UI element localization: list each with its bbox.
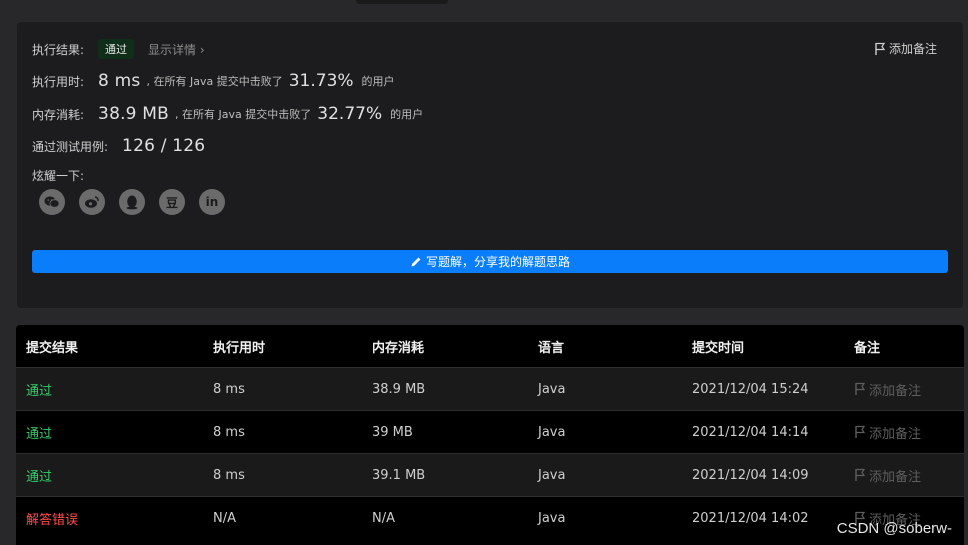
row-add-note-button[interactable]: 添加备注 <box>854 380 964 399</box>
table-row: 通过 8 ms 39 MB Java 2021/12/04 14:14 添加备注 <box>16 410 964 453</box>
result-label: 执行结果: <box>32 42 85 57</box>
header-memory: 内存消耗 <box>372 340 425 356</box>
row-status-link[interactable]: 通过 <box>16 380 213 399</box>
row-language: Java <box>538 381 566 397</box>
row-memory: N/A <box>372 510 395 526</box>
memory-beat-text: , 在所有 Java 提交中击败了 <box>175 108 312 121</box>
row-memory: 38.9 MB <box>372 381 426 397</box>
add-note-button[interactable]: 添加备注 <box>874 40 937 57</box>
runtime-value: 8 ms <box>98 71 141 91</box>
row-memory: 39.1 MB <box>372 467 426 483</box>
watermark: CSDN @soberw- <box>836 520 952 537</box>
top-tab-indicator <box>356 0 448 4</box>
table-row: 通过 8 ms 39.1 MB Java 2021/12/04 14:09 添加… <box>16 453 964 496</box>
tests-row: 通过测试用例: 126 / 126 <box>32 135 205 157</box>
social-share-list: 豆 in <box>39 189 225 215</box>
memory-users-suffix: 的用户 <box>390 108 424 121</box>
runtime-label: 执行用时: <box>32 74 85 89</box>
row-submit-time: 2021/12/04 14:02 <box>692 510 809 526</box>
memory-value: 38.9 MB <box>98 104 170 124</box>
memory-row: 内存消耗: 38.9 MB , 在所有 Java 提交中击败了 32.77% 的… <box>32 103 423 125</box>
runtime-percent: 31.73% <box>288 71 354 91</box>
write-solution-button[interactable]: 写题解，分享我的解题思路 <box>32 250 948 273</box>
status-badge: 通过 <box>98 39 135 59</box>
row-language: Java <box>538 424 566 440</box>
runtime-row: 执行用时: 8 ms , 在所有 Java 提交中击败了 31.73% 的用户 <box>32 70 395 92</box>
wechat-icon[interactable] <box>39 189 65 215</box>
pencil-icon <box>411 257 421 266</box>
memory-percent: 32.77% <box>317 104 383 124</box>
row-language: Java <box>538 467 566 483</box>
add-note-label: 添加备注 <box>888 42 937 56</box>
row-status-link[interactable]: 通过 <box>16 423 213 442</box>
row-language: Java <box>538 510 566 526</box>
header-runtime: 执行用时 <box>213 340 266 356</box>
header-language: 语言 <box>538 340 565 356</box>
tests-label: 通过测试用例: <box>32 139 109 154</box>
row-memory: 39 MB <box>372 424 413 440</box>
row-runtime: 8 ms <box>213 381 245 397</box>
table-row: 解答错误 N/A N/A Java 2021/12/04 14:02 添加备注 <box>16 496 964 539</box>
result-summary-card: 执行结果: 通过 显示详情 › 添加备注 执行用时: 8 ms , 在所有 Ja… <box>17 22 963 308</box>
flag-icon <box>855 468 866 481</box>
runtime-beat-text: , 在所有 Java 提交中击败了 <box>146 75 283 88</box>
row-add-note-button[interactable]: 添加备注 <box>854 423 964 442</box>
flag-icon <box>855 382 866 395</box>
tests-value: 126 / 126 <box>122 136 206 156</box>
write-solution-label: 写题解，分享我的解题思路 <box>425 255 570 269</box>
share-label: 炫耀一下: <box>32 168 85 183</box>
row-status-link[interactable]: 解答错误 <box>16 509 213 528</box>
header-notes: 备注 <box>854 340 881 356</box>
table-row: 通过 8 ms 38.9 MB Java 2021/12/04 15:24 添加… <box>16 367 964 410</box>
row-submit-time: 2021/12/04 14:14 <box>692 424 809 440</box>
header-status: 提交结果 <box>26 340 79 356</box>
row-status-link[interactable]: 通过 <box>16 466 213 485</box>
submissions-table: 提交结果 执行用时 内存消耗 语言 提交时间 备注 通过 8 ms 38.9 M… <box>16 325 964 545</box>
row-runtime: 8 ms <box>213 424 245 440</box>
flag-icon <box>855 425 866 438</box>
result-row: 执行结果: 通过 显示详情 › <box>32 39 205 59</box>
row-submit-time: 2021/12/04 14:09 <box>692 467 809 483</box>
runtime-users-suffix: 的用户 <box>361 75 395 88</box>
qq-icon[interactable] <box>119 189 145 215</box>
show-details-link[interactable]: 显示详情 › <box>148 41 205 58</box>
row-submit-time: 2021/12/04 15:24 <box>692 381 809 397</box>
douban-icon[interactable]: 豆 <box>159 189 185 215</box>
table-header: 提交结果 执行用时 内存消耗 语言 提交时间 备注 <box>16 325 964 367</box>
share-row: 炫耀一下: <box>32 167 84 183</box>
memory-label: 内存消耗: <box>32 107 85 122</box>
flag-icon <box>875 42 886 55</box>
linkedin-icon[interactable]: in <box>199 189 225 215</box>
weibo-icon[interactable] <box>79 189 105 215</box>
row-runtime: N/A <box>213 510 236 526</box>
header-submit-time: 提交时间 <box>692 340 745 356</box>
row-runtime: 8 ms <box>213 467 245 483</box>
row-add-note-button[interactable]: 添加备注 <box>854 466 964 485</box>
